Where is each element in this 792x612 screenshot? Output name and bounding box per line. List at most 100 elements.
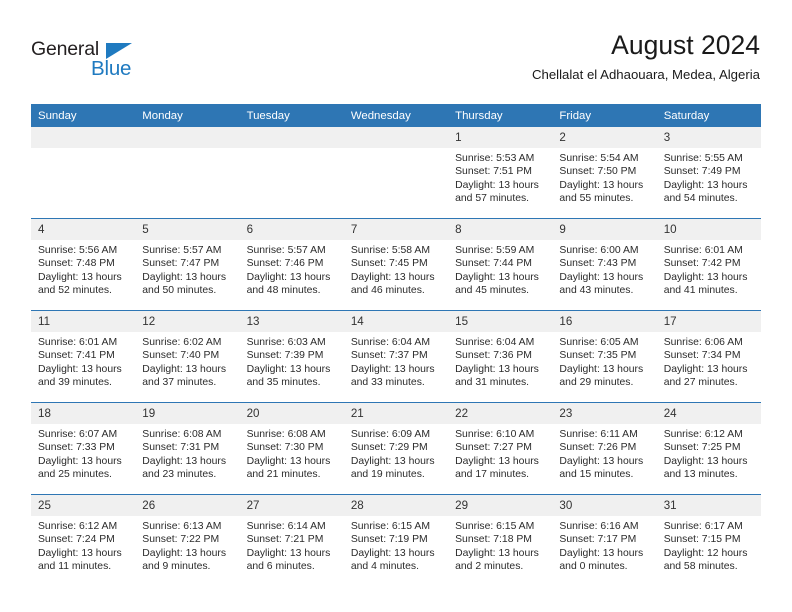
calendar-day-cell[interactable]: 9 Sunrise: 6:00 AM Sunset: 7:43 PM Daylight…	[552, 218, 657, 311]
calendar-day-cell[interactable]: 30 Sunrise: 6:16 AM Sunset: 7:17 PM Dayligh…	[552, 494, 657, 586]
day-details	[31, 148, 135, 218]
day-number: 3	[656, 127, 761, 148]
calendar-day-cell[interactable]: 11 Sunrise: 6:01 AM Sunset: 7:41 PM Dayligh…	[31, 310, 136, 403]
day-details: Sunrise: 5:55 AM Sunset: 7:49 PM Daylight:…	[657, 148, 761, 218]
calendar-day-cell[interactable]: 15 Sunrise: 6:04 AM Sunset: 7:36 PM Dayligh…	[448, 310, 553, 403]
sunrise-text: Sunrise: 6:12 AM	[663, 429, 743, 440]
calendar-day-cell[interactable]: 2 Sunrise: 5:54 AM Sunset: 7:50 PM Daylight…	[552, 127, 657, 219]
sunset-text: Sunset: 7:46 PM	[246, 258, 324, 270]
calendar-cell-empty	[135, 127, 240, 219]
daylight-text-line1: Daylight: 13 hours	[455, 547, 539, 559]
calendar-day-cell[interactable]: 8 Sunrise: 5:59 AM Sunset: 7:44 PM Daylight…	[448, 218, 553, 311]
day-number: 24	[656, 403, 761, 424]
sunset-text: Sunset: 7:51 PM	[455, 166, 532, 178]
day-number: 5	[135, 219, 240, 240]
calendar-day-cell[interactable]: 13 Sunrise: 6:03 AM Sunset: 7:39 PM Dayligh…	[239, 310, 344, 403]
sunrise-text: Sunrise: 6:14 AM	[246, 521, 326, 532]
sunset-text: Sunset: 7:47 PM	[142, 258, 220, 270]
brand-logo[interactable]: General Blue	[31, 38, 151, 82]
sunset-text: Sunset: 7:35 PM	[559, 350, 637, 362]
sunrise-text: Sunrise: 6:15 AM	[350, 521, 430, 532]
day-details	[135, 148, 239, 218]
sunset-text: Sunset: 7:41 PM	[38, 350, 115, 362]
weekday-header-monday: Monday	[135, 104, 240, 127]
day-details: Sunrise: 6:05 AM Sunset: 7:35 PM Daylight:…	[552, 332, 656, 402]
day-number: 16	[552, 311, 657, 332]
calendar-day-cell[interactable]: 28 Sunrise: 6:15 AM Sunset: 7:19 PM Dayligh…	[343, 494, 449, 586]
sunrise-text: Sunrise: 6:01 AM	[663, 245, 743, 256]
calendar-day-cell[interactable]: 4 Sunrise: 5:56 AM Sunset: 7:48 PM Daylight…	[31, 218, 136, 311]
sunrise-text: Sunrise: 6:13 AM	[142, 521, 222, 532]
daylight-text-line1: Daylight: 13 hours	[350, 271, 435, 283]
day-details: Sunrise: 6:07 AM Sunset: 7:33 PM Daylight:…	[31, 424, 135, 494]
calendar-day-cell[interactable]: 3 Sunrise: 5:55 AM Sunset: 7:49 PM Daylight…	[656, 127, 761, 219]
calendar-day-cell[interactable]: 1 Sunrise: 5:53 AM Sunset: 7:51 PM Daylight…	[448, 127, 553, 219]
calendar-day-cell[interactable]: 16 Sunrise: 6:05 AM Sunset: 7:35 PM Dayligh…	[552, 310, 657, 403]
daylight-text-line2: and 33 minutes.	[350, 376, 425, 388]
calendar-day-cell[interactable]: 17 Sunrise: 6:06 AM Sunset: 7:34 PM Dayligh…	[656, 310, 761, 403]
calendar-day-cell[interactable]: 7 Sunrise: 5:58 AM Sunset: 7:45 PM Daylight…	[343, 218, 449, 311]
weekday-header-wednesday: Wednesday	[343, 104, 449, 127]
sunrise-text: Sunrise: 6:06 AM	[663, 337, 743, 348]
day-details: Sunrise: 6:11 AM Sunset: 7:26 PM Daylight:…	[552, 424, 656, 494]
day-details: Sunrise: 6:04 AM Sunset: 7:36 PM Daylight:…	[448, 332, 552, 402]
daylight-text-line2: and 43 minutes.	[559, 284, 634, 296]
daylight-text-line2: and 11 minutes.	[38, 560, 112, 572]
day-details: Sunrise: 6:09 AM Sunset: 7:29 PM Daylight:…	[344, 424, 448, 494]
sunset-text: Sunset: 7:39 PM	[246, 350, 324, 362]
sunset-text: Sunset: 7:49 PM	[663, 166, 741, 178]
daylight-text-line1: Daylight: 13 hours	[455, 271, 539, 283]
weekday-header-sunday: Sunday	[31, 104, 136, 127]
calendar-day-cell[interactable]: 27 Sunrise: 6:14 AM Sunset: 7:21 PM Dayligh…	[239, 494, 344, 586]
sunset-text: Sunset: 7:48 PM	[38, 258, 115, 270]
calendar-cell-empty	[343, 127, 449, 219]
sunset-text: Sunset: 7:44 PM	[455, 258, 532, 270]
calendar-day-cell[interactable]: 26 Sunrise: 6:13 AM Sunset: 7:22 PM Dayligh…	[135, 494, 240, 586]
calendar-day-cell[interactable]: 24 Sunrise: 6:12 AM Sunset: 7:25 PM Dayligh…	[656, 402, 761, 495]
day-number: 9	[552, 219, 657, 240]
sunset-text: Sunset: 7:40 PM	[142, 350, 220, 362]
sunset-text: Sunset: 7:26 PM	[559, 442, 637, 454]
calendar-day-cell[interactable]: 31 Sunrise: 6:17 AM Sunset: 7:15 PM Dayligh…	[656, 494, 761, 586]
daylight-text-line2: and 50 minutes.	[142, 284, 217, 296]
day-details: Sunrise: 5:53 AM Sunset: 7:51 PM Daylight:…	[448, 148, 552, 218]
calendar-day-cell[interactable]: 19 Sunrise: 6:08 AM Sunset: 7:31 PM Dayligh…	[135, 402, 240, 495]
sunset-text: Sunset: 7:43 PM	[559, 258, 637, 270]
calendar-day-cell[interactable]: 22 Sunrise: 6:10 AM Sunset: 7:27 PM Dayligh…	[448, 402, 553, 495]
sunset-text: Sunset: 7:19 PM	[350, 534, 428, 546]
calendar-day-cell[interactable]: 14 Sunrise: 6:04 AM Sunset: 7:37 PM Dayligh…	[343, 310, 449, 403]
calendar-day-cell[interactable]: 29 Sunrise: 6:15 AM Sunset: 7:18 PM Dayligh…	[448, 494, 553, 586]
calendar-day-cell[interactable]: 23 Sunrise: 6:11 AM Sunset: 7:26 PM Dayligh…	[552, 402, 657, 495]
page-subtitle: Chellalat el Adhaouara, Medea, Algeria	[531, 67, 760, 82]
brand-name-general: General	[31, 38, 99, 60]
day-details: Sunrise: 6:16 AM Sunset: 7:17 PM Daylight:…	[552, 516, 656, 586]
calendar-day-cell[interactable]: 10 Sunrise: 6:01 AM Sunset: 7:42 PM Dayligh…	[656, 218, 761, 311]
day-details: Sunrise: 5:58 AM Sunset: 7:45 PM Daylight:…	[344, 240, 448, 310]
sunrise-text: Sunrise: 6:04 AM	[350, 337, 430, 348]
day-details: Sunrise: 6:01 AM Sunset: 7:41 PM Daylight:…	[31, 332, 135, 402]
weekday-header-friday: Friday	[552, 104, 657, 127]
day-details: Sunrise: 6:12 AM Sunset: 7:24 PM Daylight:…	[31, 516, 135, 586]
day-details: Sunrise: 6:14 AM Sunset: 7:21 PM Daylight:…	[240, 516, 344, 586]
calendar-day-cell[interactable]: 18 Sunrise: 6:07 AM Sunset: 7:33 PM Dayligh…	[31, 402, 136, 495]
day-number: 13	[239, 311, 344, 332]
sunrise-text: Sunrise: 6:08 AM	[246, 429, 326, 440]
calendar-day-cell[interactable]: 25 Sunrise: 6:12 AM Sunset: 7:24 PM Dayligh…	[31, 494, 136, 586]
sunset-text: Sunset: 7:33 PM	[38, 442, 115, 454]
sunrise-text: Sunrise: 6:02 AM	[142, 337, 222, 348]
daylight-text-line2: and 52 minutes.	[38, 284, 112, 296]
calendar-page: General Blue August 2024 Chellalat el Ad…	[0, 0, 792, 612]
calendar-day-cell[interactable]: 12 Sunrise: 6:02 AM Sunset: 7:40 PM Dayligh…	[135, 310, 240, 403]
calendar-day-cell[interactable]: 21 Sunrise: 6:09 AM Sunset: 7:29 PM Dayligh…	[343, 402, 449, 495]
calendar-day-cell[interactable]: 20 Sunrise: 6:08 AM Sunset: 7:30 PM Dayligh…	[239, 402, 344, 495]
daylight-text-line2: and 27 minutes.	[663, 376, 738, 388]
day-number: 2	[552, 127, 657, 148]
daylight-text-line2: and 31 minutes.	[455, 376, 530, 388]
daylight-text-line1: Daylight: 13 hours	[455, 179, 539, 191]
daylight-text-line1: Daylight: 13 hours	[350, 363, 435, 375]
calendar-day-cell[interactable]: 6 Sunrise: 5:57 AM Sunset: 7:46 PM Daylight…	[239, 218, 344, 311]
sunrise-text: Sunrise: 6:12 AM	[38, 521, 118, 532]
calendar-day-cell[interactable]: 5 Sunrise: 5:57 AM Sunset: 7:47 PM Daylight…	[135, 218, 240, 311]
sunset-text: Sunset: 7:42 PM	[663, 258, 741, 270]
sunset-text: Sunset: 7:22 PM	[142, 534, 220, 546]
